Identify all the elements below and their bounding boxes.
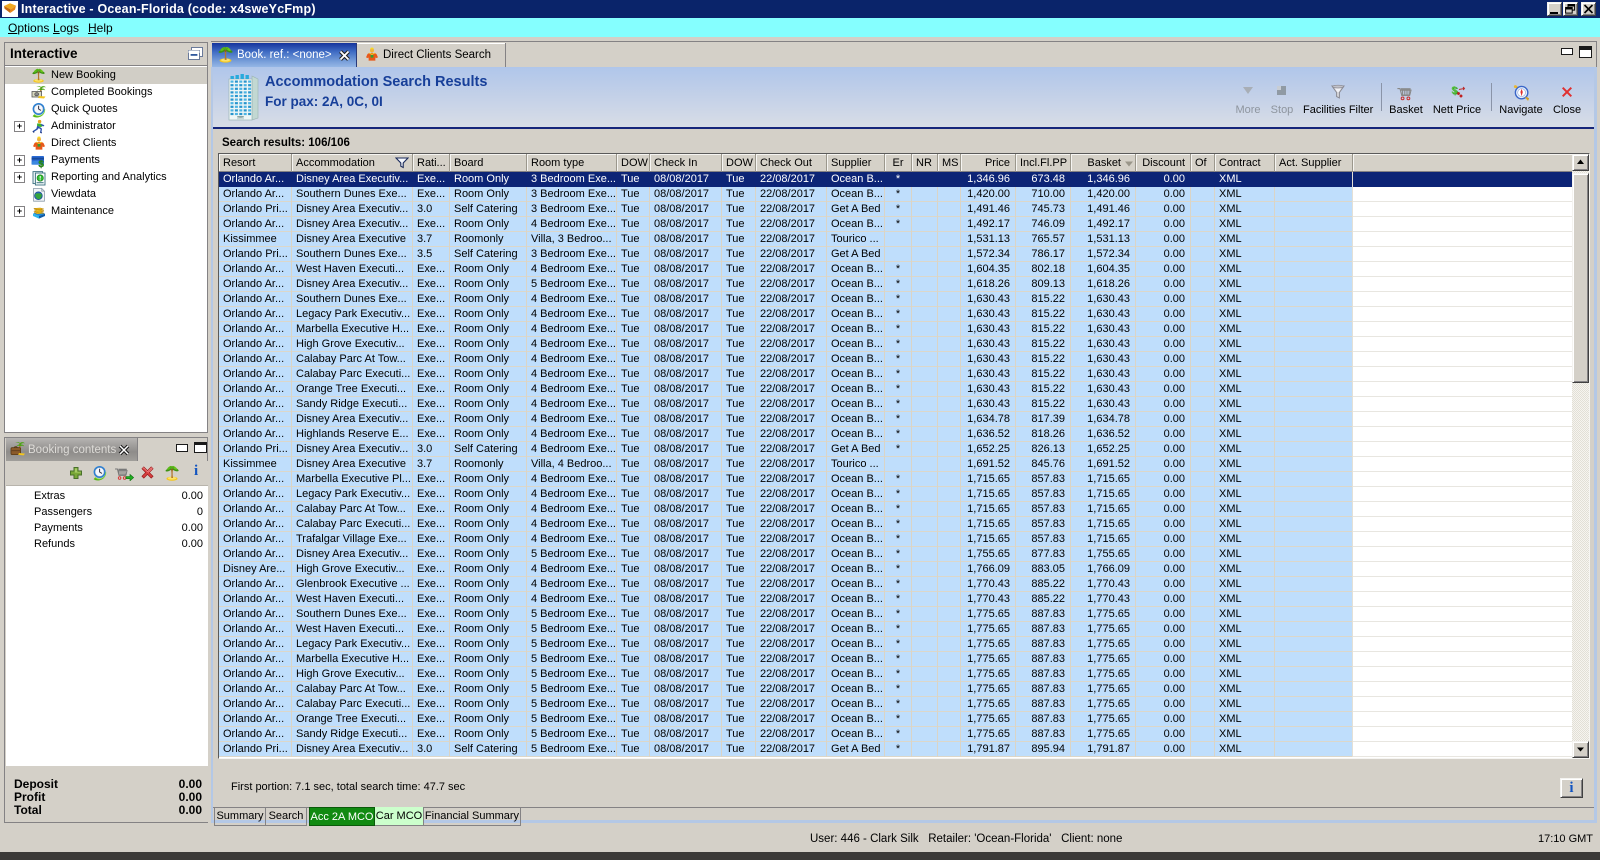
svg-text:$: $	[1451, 86, 1457, 97]
svg-text:$: $	[39, 159, 45, 169]
